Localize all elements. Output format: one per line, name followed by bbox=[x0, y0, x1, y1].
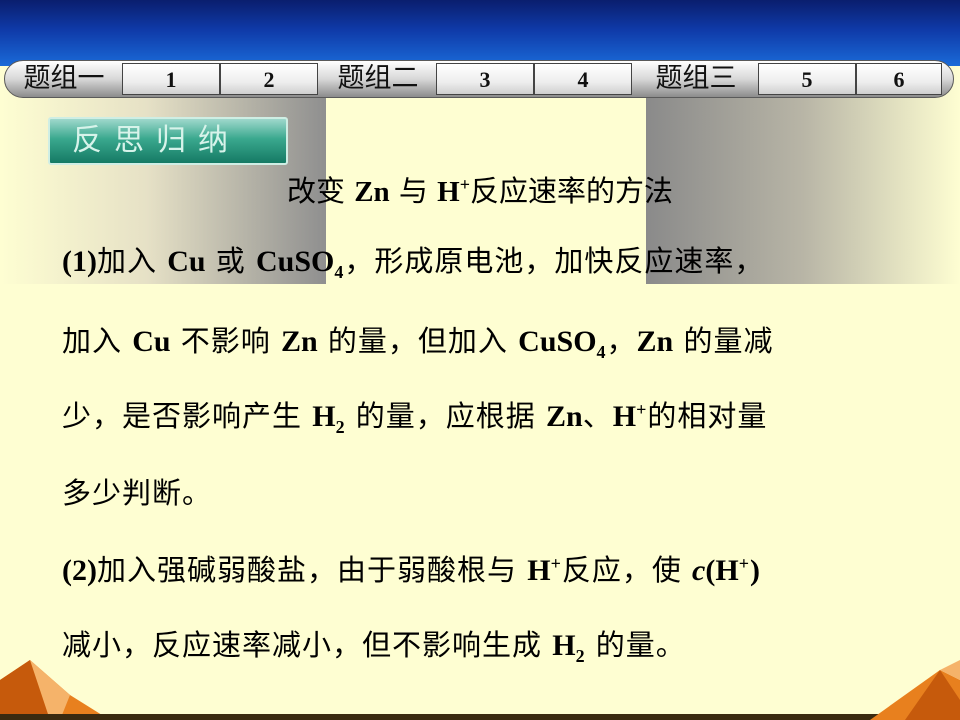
text: Cu bbox=[167, 245, 206, 278]
paragraph-line-2: 加入 Cu 不影响 Zn 的量，但加入 CuSO4，Zn 的量减 bbox=[62, 318, 773, 363]
text: Cu bbox=[132, 325, 171, 358]
text: 的量，但加入 bbox=[317, 324, 519, 358]
paragraph-line-5: (2)加入强碱弱酸盐，由于弱酸根与 H+反应，使 c(H+) bbox=[62, 547, 760, 589]
text: 不影响 bbox=[170, 324, 282, 358]
text: Zn bbox=[546, 400, 583, 433]
text: H bbox=[527, 554, 551, 587]
text: 多少判断。 bbox=[62, 476, 213, 510]
nav-item-4[interactable]: 4 bbox=[534, 63, 632, 95]
paragraph-line-4: 多少判断。 bbox=[62, 470, 212, 512]
text: 、 bbox=[582, 399, 613, 433]
text: (H bbox=[705, 554, 739, 587]
text: 加入 bbox=[62, 324, 133, 358]
text: 少，是否影响产生 bbox=[62, 399, 313, 433]
paragraph-line-1: (1)加入 Cu 或 CuSO4，形成原电池，加快反应速率， bbox=[62, 238, 764, 283]
nav-item-1[interactable]: 1 bbox=[122, 63, 220, 95]
text: (2) bbox=[62, 554, 97, 587]
nav-group-3[interactable]: 题组三 bbox=[636, 62, 756, 96]
nav-group-1[interactable]: 题组一 bbox=[8, 62, 120, 96]
text: ) bbox=[749, 554, 760, 587]
title-text: 反应速率的方法 bbox=[469, 174, 673, 208]
section-badge: 反思归纳 bbox=[48, 117, 288, 165]
superscript: + bbox=[636, 399, 648, 420]
title-zn: Zn bbox=[354, 176, 390, 208]
nav-item-6[interactable]: 6 bbox=[856, 63, 942, 95]
title-text: 改变 bbox=[287, 174, 355, 208]
text: 加入 bbox=[96, 244, 168, 278]
nav-group-2[interactable]: 题组二 bbox=[322, 62, 434, 96]
text: 减小，反应速率减小，但不影响生成 bbox=[62, 628, 553, 662]
text: 加入强碱弱酸盐，由于弱酸根与 bbox=[96, 553, 528, 587]
paragraph-line-3: 少，是否影响产生 H2 的量，应根据 Zn、H+的相对量 bbox=[62, 393, 767, 438]
subscript: 4 bbox=[334, 261, 345, 282]
header-band bbox=[0, 0, 960, 66]
text: 的量。 bbox=[585, 628, 686, 662]
paragraph-line-6: 减小，反应速率减小，但不影响生成 H2 的量。 bbox=[62, 622, 686, 667]
nav-item-3[interactable]: 3 bbox=[436, 63, 534, 95]
text: H bbox=[552, 629, 576, 662]
nav-item-5[interactable]: 5 bbox=[758, 63, 856, 95]
title-h: H bbox=[437, 176, 460, 208]
section-title: 改变 Zn 与 H+反应速率的方法 bbox=[160, 168, 800, 210]
text: Zn bbox=[281, 325, 318, 358]
text: H bbox=[612, 400, 637, 433]
nav-item-2[interactable]: 2 bbox=[220, 63, 318, 95]
text: Zn bbox=[636, 325, 674, 358]
text: 或 bbox=[205, 244, 256, 278]
title-text: 与 bbox=[389, 174, 438, 208]
subscript: 2 bbox=[335, 416, 346, 437]
superscript: + bbox=[550, 553, 562, 574]
superscript: + bbox=[738, 553, 750, 574]
text: 反应，使 bbox=[561, 553, 693, 587]
subscript: 4 bbox=[596, 341, 607, 362]
text: 的量，应根据 bbox=[345, 399, 546, 433]
text: H bbox=[312, 400, 336, 433]
text: ， bbox=[606, 324, 637, 358]
subscript: 2 bbox=[575, 645, 586, 666]
text: CuSO bbox=[256, 245, 335, 278]
text: ，形成原电池，加快反应速率， bbox=[344, 244, 765, 278]
text: c bbox=[692, 554, 706, 587]
text: (1) bbox=[62, 245, 97, 278]
text: 的相对量 bbox=[647, 399, 768, 433]
text: CuSO bbox=[518, 325, 597, 358]
title-superscript: + bbox=[459, 174, 470, 195]
text: 的量减 bbox=[673, 324, 774, 358]
